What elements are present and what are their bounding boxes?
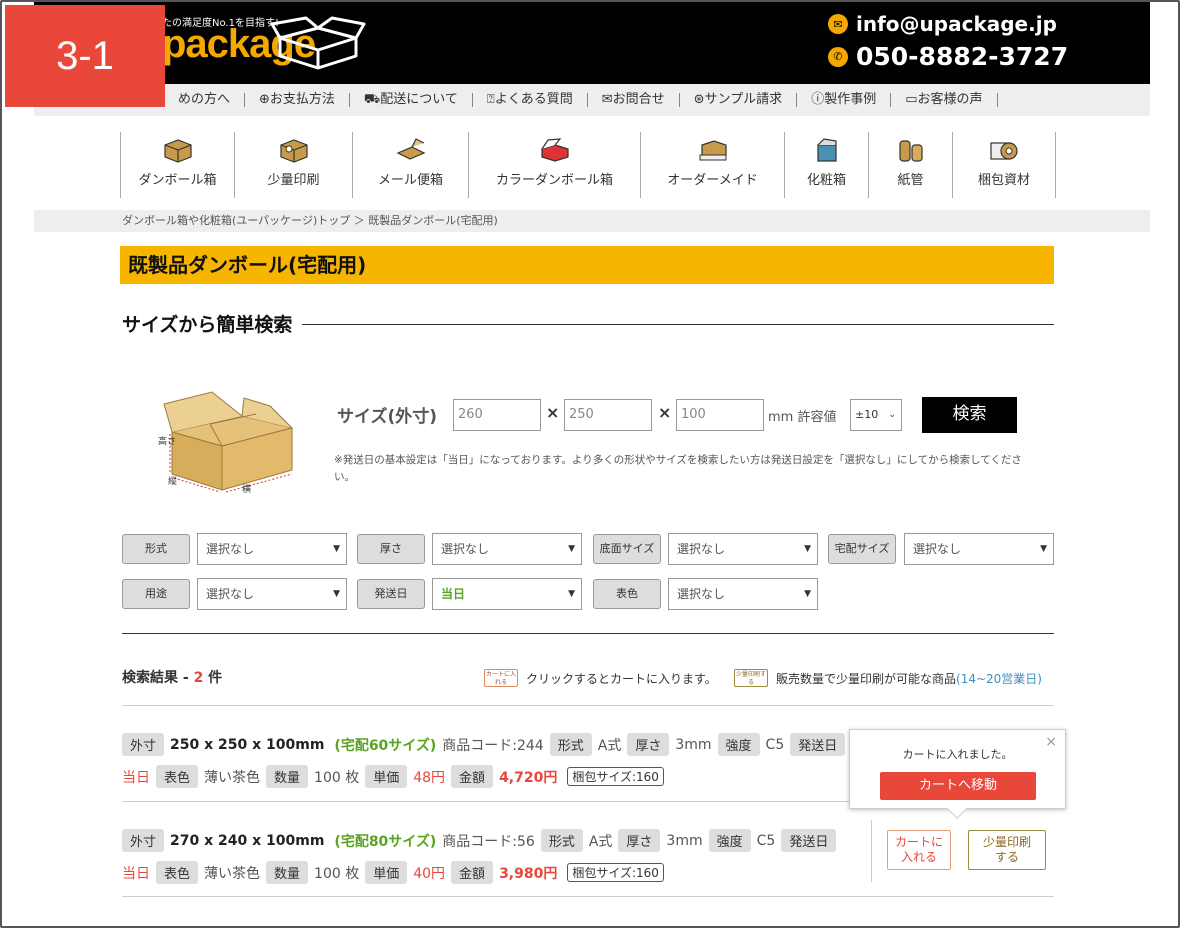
filter-label-surface-color: 表色 xyxy=(593,579,661,609)
category-mail-box[interactable]: メール便箱 xyxy=(352,132,468,198)
depth-input[interactable]: 250 xyxy=(564,399,652,431)
browser-frame: 3-1 たの満足度No.1を目指す! package ✉ info@upacka… xyxy=(0,0,1180,928)
unit-tolerance-label: mm 許容値 xyxy=(768,410,837,425)
ruler-box-icon xyxy=(699,140,727,161)
filter-select-type[interactable]: 選択なし ▼ xyxy=(197,533,347,565)
product-2-price: 当日 表色 薄い茶色 数量 100 枚 単価 40円 金額 3,980円 梱包サ… xyxy=(122,861,664,884)
filter-select-thickness[interactable]: 選択なし ▼ xyxy=(432,533,582,565)
height-input[interactable]: 100 xyxy=(676,399,764,431)
filter-select-delivery-size[interactable]: 選択なし ▼ xyxy=(904,533,1054,565)
actions-divider xyxy=(871,820,872,882)
box-depth-label: 縦 xyxy=(168,477,178,487)
step-badge: 3-1 xyxy=(5,5,165,107)
subnav-contact[interactable]: ✉お問合せ xyxy=(588,93,680,107)
times-sign: × xyxy=(658,403,672,422)
filter-label-usage: 用途 xyxy=(122,579,190,609)
width-input[interactable]: 260 xyxy=(453,399,541,431)
popup-message: カートに入れました。 xyxy=(902,748,1013,761)
legend-print: 少量印刷する 販売数量で少量印刷が可能な商品 (14~20営業日) xyxy=(734,669,1042,687)
filter-select-ship-date[interactable]: 当日 ▼ xyxy=(432,578,582,610)
tolerance-select[interactable]: ±10 ⌄ xyxy=(850,399,902,431)
filter-label-thickness: 厚さ xyxy=(357,534,425,564)
print-box-icon xyxy=(279,139,308,163)
phone-icon: ✆ xyxy=(828,46,848,67)
go-to-cart-button[interactable]: カートへ移動 xyxy=(880,772,1036,800)
subnav-voice[interactable]: ▭お客様の声 xyxy=(891,92,998,107)
breadcrumb[interactable]: ダンボール箱や化粧箱(ユーパッケージ)トップ ＞ 既製品ダンボール(宅配用) xyxy=(34,210,1150,232)
tape-icon xyxy=(990,142,1018,160)
subnav-payment[interactable]: ⊕お支払方法 xyxy=(245,93,350,107)
filter-select-base-size[interactable]: 選択なし ▼ xyxy=(668,533,818,565)
email-text: info@upackage.jp xyxy=(856,12,1057,36)
subnav-cases[interactable]: ⓘ製作事例 xyxy=(797,92,892,107)
dropdown-arrow-icon: ▼ xyxy=(333,589,340,599)
box-height-label: 高さ xyxy=(158,437,177,447)
dropdown-arrow-icon: ▼ xyxy=(568,589,575,599)
category-order-made[interactable]: オーダーメイド xyxy=(640,132,784,198)
search-note: ※発送日の基本設定は「当日」になっております。より多くの形状やサイズを検索したい… xyxy=(334,454,1022,483)
row-divider xyxy=(122,896,1054,897)
phone-text: 050-8882-3727 xyxy=(856,42,1069,71)
chevron-down-icon: ⌄ xyxy=(888,410,896,420)
cosmetic-box-icon xyxy=(816,138,837,162)
filter-label-ship-date: 発送日 xyxy=(357,579,425,609)
subnav-faq[interactable]: ⍰よくある質問 xyxy=(473,93,588,107)
section-title: サイズから簡単検索 xyxy=(122,310,303,337)
filter-select-usage[interactable]: 選択なし ▼ xyxy=(197,578,347,610)
category-cardboard-box[interactable]: ダンボール箱 xyxy=(120,132,234,198)
question-icon: ⍰ xyxy=(486,92,495,107)
subnav-beginners[interactable]: めの方へ xyxy=(164,93,246,107)
legend-cart: カートに入れる クリックするとカートに入ります。 xyxy=(484,669,717,687)
popup-tail xyxy=(947,799,967,819)
product-1-spec: 外寸 250 x 250 x 100mm (宅配60サイズ) 商品コード:244… xyxy=(122,733,851,756)
filter-select-surface-color[interactable]: 選択なし ▼ xyxy=(668,578,818,610)
dropdown-arrow-icon: ▼ xyxy=(804,544,811,554)
subnav-sample[interactable]: ⊛サンプル請求 xyxy=(680,93,798,107)
mail-box-icon xyxy=(396,138,425,160)
box-width-label: 横 xyxy=(242,485,252,495)
info-icon: ⓘ xyxy=(811,92,825,107)
sample-icon: ⊛ xyxy=(693,92,705,107)
truck-icon: ⛟ xyxy=(363,92,381,107)
contact-phone[interactable]: ✆ 050-8882-3727 xyxy=(828,42,1068,71)
category-navigation: ダンボール箱 少量印刷 メール便箱 カラーダンボール箱 オーダーメイド 化粧箱 … xyxy=(120,132,1056,198)
product-1-price: 当日 表色 薄い茶色 数量 100 枚 単価 48円 金額 4,720円 梱包サ… xyxy=(122,765,664,788)
times-sign: × xyxy=(546,403,560,422)
dropdown-arrow-icon: ▼ xyxy=(568,544,575,554)
category-paper-tube[interactable]: 紙管 xyxy=(868,132,952,198)
results-count: 検索結果 - 2 件 xyxy=(122,670,223,686)
cart-added-popup: × カートに入れました。 カートへ移動 xyxy=(849,729,1066,819)
filter-label-base-size: 底面サイズ xyxy=(593,534,661,564)
cart-mini-icon: カートに入れる xyxy=(484,669,518,687)
mail-icon: ✉ xyxy=(828,14,848,34)
dropdown-arrow-icon: ▼ xyxy=(333,544,340,554)
small-print-button[interactable]: 少量印刷する xyxy=(968,830,1046,870)
paper-tube-icon xyxy=(898,140,923,162)
page-title: 既製品ダンボール(宅配用) xyxy=(120,246,1054,284)
filter-divider xyxy=(122,633,1054,634)
cardboard-box-icon xyxy=(163,139,192,163)
filter-label-delivery-size: 宅配サイズ xyxy=(828,534,896,564)
product-2-spec: 外寸 270 x 240 x 100mm (宅配80サイズ) 商品コード:56 … xyxy=(122,829,842,852)
category-color-box[interactable]: カラーダンボール箱 xyxy=(468,132,640,198)
row-divider xyxy=(122,705,1054,706)
size-label: サイズ(外寸) xyxy=(337,407,438,427)
contact-email[interactable]: ✉ info@upackage.jp xyxy=(828,12,1057,36)
dropdown-arrow-icon: ▼ xyxy=(1040,544,1047,554)
category-small-print[interactable]: 少量印刷 xyxy=(234,132,352,198)
category-cosmetic-box[interactable]: 化粧箱 xyxy=(784,132,868,198)
color-box-icon xyxy=(540,138,569,162)
filter-label-type: 形式 xyxy=(122,534,190,564)
category-packing-material[interactable]: 梱包資材 xyxy=(952,132,1056,198)
search-button[interactable]: 検索 xyxy=(922,397,1017,433)
print-mini-icon: 少量印刷する xyxy=(734,669,768,687)
add-to-cart-button[interactable]: カートに入れる xyxy=(887,830,951,870)
sub-navigation: めの方へ ⊕お支払方法 ⛟配送について ⍰よくある質問 ✉お問合せ ⊛サンプル請… xyxy=(34,84,1150,116)
box-logo-icon xyxy=(270,16,366,70)
dropdown-arrow-icon: ▼ xyxy=(804,589,811,599)
subnav-shipping[interactable]: ⛟配送について xyxy=(350,93,473,107)
chat-icon: ▭ xyxy=(905,92,918,107)
envelope-icon: ✉ xyxy=(601,92,613,107)
